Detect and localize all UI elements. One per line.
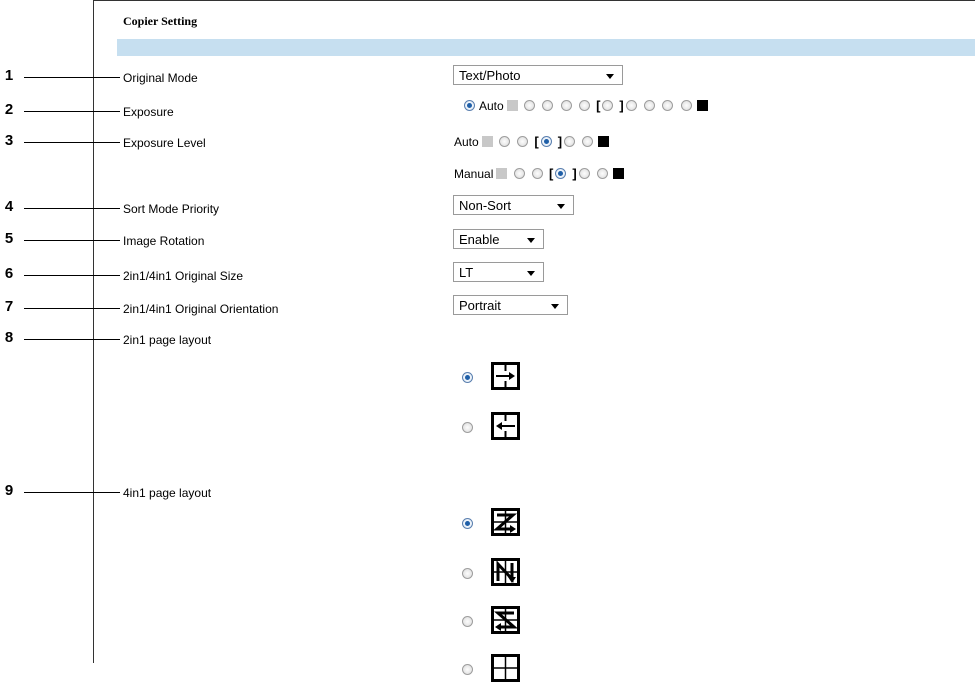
bracket-right-icon: ] — [619, 97, 624, 113]
layout-4in1-label: 4in1 page layout — [123, 486, 212, 500]
bracket-right-icon: ] — [572, 165, 577, 181]
layout-4in1-radio[interactable] — [462, 664, 473, 675]
layout-right-to-left-icon — [491, 412, 520, 440]
exposure-auto-level-radio[interactable] — [517, 136, 529, 148]
frame-left-border — [93, 0, 94, 663]
original-size-value: LT — [459, 265, 474, 280]
original-mode-value: Text/Photo — [459, 68, 521, 83]
exposure-level-radio[interactable] — [524, 100, 536, 112]
dark-exposure-icon — [696, 100, 708, 112]
exposure-manual-level-radio[interactable] — [513, 168, 525, 180]
exposure-level-manual-options: Manual [] — [454, 165, 625, 181]
exposure-level-radio[interactable] — [680, 100, 692, 112]
exposure-level-radio[interactable] — [602, 100, 614, 112]
callout-number: 5 — [4, 230, 14, 247]
original-orientation-label: 2in1/4in1 Original Orientation — [123, 302, 279, 316]
original-mode-select[interactable]: Text/Photo — [453, 65, 623, 85]
sort-mode-priority-label: Sort Mode Priority — [123, 202, 220, 216]
image-rotation-value: Enable — [459, 232, 500, 247]
light-exposure-icon — [506, 100, 518, 112]
callout-line — [24, 492, 120, 493]
exposure-manual-level-radio[interactable] — [597, 168, 609, 180]
chevron-down-icon — [551, 304, 559, 309]
original-mode-label: Original Mode — [123, 71, 198, 85]
layout-reverse-n-vertical-icon — [491, 654, 520, 682]
image-rotation-select[interactable]: Enable — [453, 229, 544, 249]
dark-exposure-icon — [613, 168, 625, 180]
callout-line — [24, 77, 120, 78]
chevron-down-icon — [557, 204, 565, 209]
exposure-manual-level-radio[interactable] — [532, 168, 544, 180]
layout-4in1-radio[interactable] — [462, 568, 473, 579]
callout-number: 3 — [4, 132, 14, 149]
layout-4in1-radio[interactable] — [462, 616, 473, 627]
layout-n-vertical-icon — [491, 558, 520, 586]
callout-line — [24, 275, 120, 276]
exposure-level-radio[interactable] — [625, 100, 637, 112]
light-exposure-icon — [496, 168, 508, 180]
layout-2in1-label: 2in1 page layout — [123, 333, 212, 347]
exposure-level-radio[interactable] — [542, 100, 554, 112]
frame-top-border — [93, 0, 975, 1]
bracket-left-icon: [ — [549, 165, 554, 181]
original-orientation-value: Portrait — [459, 298, 501, 313]
section-header-bar — [117, 39, 975, 56]
sort-mode-priority-value: Non-Sort — [459, 198, 512, 213]
exposure-level-auto-label: Auto — [454, 134, 479, 149]
exposure-auto-level-radio[interactable] — [582, 136, 594, 148]
callout-line — [24, 208, 120, 209]
original-size-label: 2in1/4in1 Original Size — [123, 269, 244, 283]
exposure-level-auto-options: Auto [] — [454, 133, 610, 149]
light-exposure-icon — [481, 136, 493, 148]
exposure-label: Exposure — [123, 105, 174, 119]
exposure-level-manual-label: Manual — [454, 166, 494, 181]
chevron-down-icon — [527, 271, 535, 276]
layout-2in1-radio[interactable] — [462, 422, 473, 433]
layout-reverse-z-horizontal-icon — [491, 606, 520, 634]
exposure-level-radio[interactable] — [662, 100, 674, 112]
original-size-select[interactable]: LT — [453, 262, 544, 282]
chevron-down-icon — [606, 74, 614, 79]
callout-line — [24, 142, 120, 143]
original-orientation-select[interactable]: Portrait — [453, 295, 568, 315]
chevron-down-icon — [527, 238, 535, 243]
exposure-auto-level-radio[interactable] — [540, 136, 552, 148]
callout-number: 9 — [4, 482, 14, 499]
bracket-left-icon: [ — [596, 97, 601, 113]
exposure-options: Auto [] — [464, 98, 708, 113]
callout-number: 7 — [4, 298, 14, 315]
layout-4in1-radio[interactable] — [462, 518, 473, 529]
callout-number: 6 — [4, 265, 14, 282]
exposure-level-radio[interactable] — [579, 100, 591, 112]
section-title: Copier Setting — [123, 14, 198, 28]
exposure-auto-level-radio[interactable] — [564, 136, 576, 148]
exposure-manual-level-radio[interactable] — [555, 168, 567, 180]
callout-number: 8 — [4, 329, 14, 346]
exposure-auto-level-radio[interactable] — [499, 136, 511, 148]
sort-mode-priority-select[interactable]: Non-Sort — [453, 195, 574, 215]
callout-number: 1 — [4, 67, 14, 84]
callout-line — [24, 240, 120, 241]
exposure-level-label: Exposure Level — [123, 136, 206, 150]
callout-number: 4 — [4, 198, 14, 215]
dark-exposure-icon — [598, 136, 610, 148]
bracket-left-icon: [ — [534, 133, 539, 149]
exposure-auto-radio[interactable] — [464, 100, 475, 112]
exposure-manual-level-radio[interactable] — [578, 168, 590, 180]
layout-2in1-radio[interactable] — [462, 372, 473, 383]
bracket-right-icon: ] — [557, 133, 563, 149]
exposure-auto-label: Auto — [479, 98, 504, 113]
layout-z-horizontal-icon — [491, 508, 520, 536]
exposure-level-radio[interactable] — [560, 100, 572, 112]
callout-line — [24, 308, 120, 309]
callout-number: 2 — [4, 101, 14, 118]
layout-left-to-right-icon — [491, 362, 520, 390]
image-rotation-label: Image Rotation — [123, 234, 205, 248]
callout-line — [24, 111, 120, 112]
callout-line — [24, 339, 120, 340]
exposure-level-radio[interactable] — [644, 100, 656, 112]
